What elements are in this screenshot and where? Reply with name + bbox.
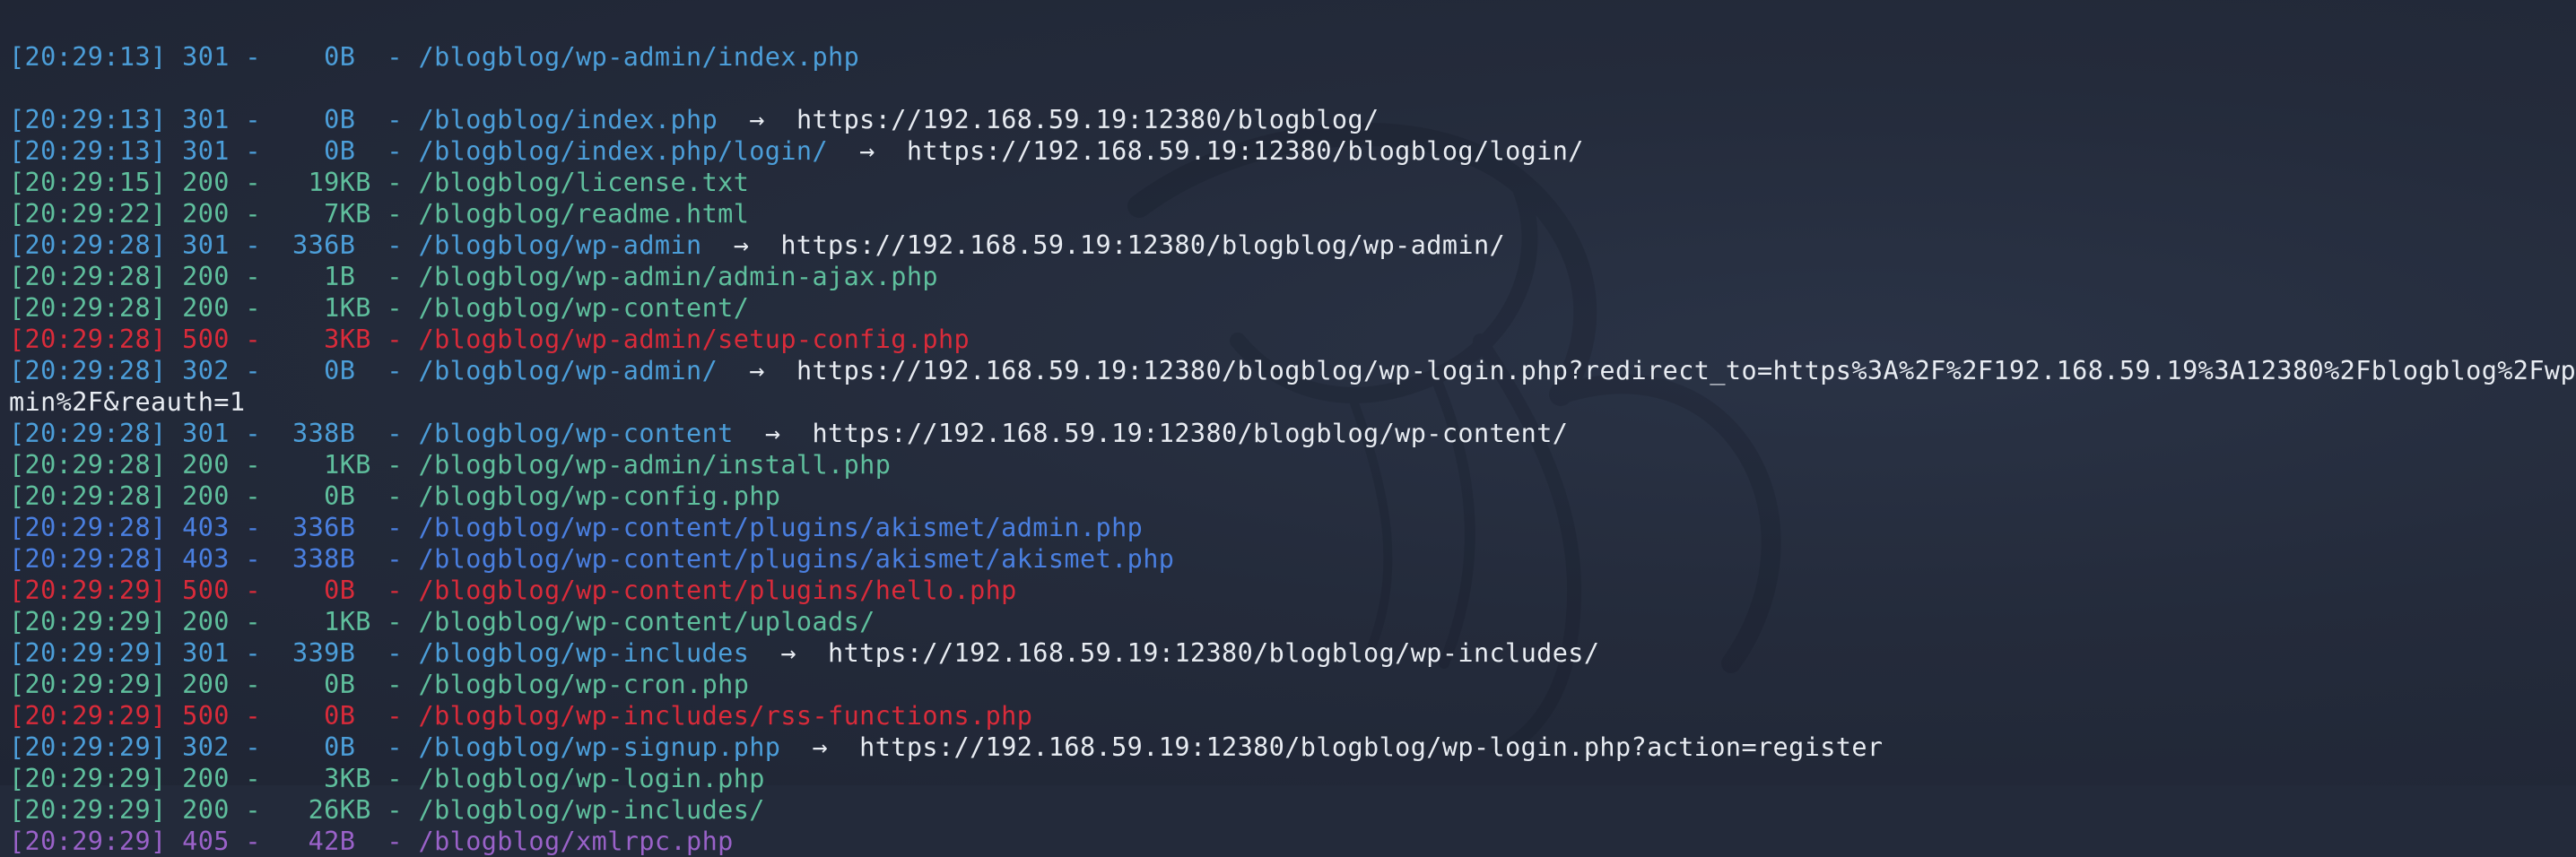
terminal-line: [20:29:28] 403 - 336B - /blogblog/wp-con… xyxy=(9,512,2574,543)
log-entry-text: [20:29:28] 500 - 3KB - /blogblog/wp-admi… xyxy=(9,325,970,354)
terminal-line: [20:29:29] 200 - 3KB - /blogblog/wp-logi… xyxy=(9,763,2574,794)
redirect-arrow-icon: → xyxy=(780,732,860,762)
log-entry-text: min%2F&reauth=1 xyxy=(9,387,246,417)
terminal-line: [20:29:28] 200 - 0B - /blogblog/wp-confi… xyxy=(9,480,2574,512)
terminal-line: [20:29:29] 200 - 1KB - /blogblog/wp-cont… xyxy=(9,606,2574,637)
log-entry-text: [20:29:13] 301 - 0B - /blogblog/index.ph… xyxy=(9,136,829,166)
terminal-line: [20:29:15] 200 - 19KB - /blogblog/licens… xyxy=(9,167,2574,198)
log-entry-text: [20:29:29] 405 - 42B - /blogblog/xmlrpc.… xyxy=(9,827,734,856)
terminal-line: [20:29:28] 500 - 3KB - /blogblog/wp-admi… xyxy=(9,324,2574,355)
log-entry-text: [20:29:29] 301 - 339B - /blogblog/wp-inc… xyxy=(9,638,750,668)
log-entry-text: [20:29:29] 500 - 0B - /blogblog/wp-conte… xyxy=(9,576,1017,605)
terminal-line: [20:29:29] 301 - 339B - /blogblog/wp-inc… xyxy=(9,637,2574,669)
redirect-url: https://192.168.59.19:12380/blogblog/wp-… xyxy=(859,732,1884,762)
redirect-url: https://192.168.59.19:12380/blogblog/log… xyxy=(906,136,1584,166)
redirect-url: https://192.168.59.19:12380/blogblog/ xyxy=(796,105,1379,134)
log-entry-text: [20:29:29] 302 - 0B - /blogblog/wp-signu… xyxy=(9,732,781,762)
log-entry-text: [20:29:28] 301 - 338B - /blogblog/wp-con… xyxy=(9,419,734,448)
terminal-line: [20:29:29] 200 - 0B - /blogblog/wp-cron.… xyxy=(9,669,2574,700)
terminal-line: [20:29:22] 200 - 7KB - /blogblog/readme.… xyxy=(9,198,2574,229)
redirect-arrow-icon: → xyxy=(828,136,907,166)
terminal-line-partial: [20:29:13] 301 - 0B - /blogblog/wp-admin… xyxy=(9,42,860,72)
redirect-url: https://192.168.59.19:12380/blogblog/wp-… xyxy=(812,419,1569,448)
log-entry-text: [20:29:28] 200 - 1KB - /blogblog/wp-admi… xyxy=(9,450,892,480)
redirect-url: https://192.168.59.19:12380/blogblog/wp-… xyxy=(780,230,1506,260)
log-entry-text: [20:29:29] 200 - 3KB - /blogblog/wp-logi… xyxy=(9,764,765,793)
log-entry-text: [20:29:28] 200 - 0B - /blogblog/wp-confi… xyxy=(9,481,781,511)
terminal-line: [20:29:28] 403 - 338B - /blogblog/wp-con… xyxy=(9,543,2574,575)
redirect-arrow-icon: → xyxy=(749,638,829,668)
log-entry-text: [20:29:28] 200 - 1KB - /blogblog/wp-cont… xyxy=(9,293,750,323)
redirect-arrow-icon: → xyxy=(718,356,796,385)
log-entry-text: [20:29:13] 301 - 0B - /blogblog/index.ph… xyxy=(9,105,718,134)
log-entry-text: [20:29:28] 403 - 338B - /blogblog/wp-con… xyxy=(9,544,1175,574)
redirect-arrow-icon: → xyxy=(701,230,781,260)
redirect-url: https://192.168.59.19:12380/blogblog/wp-… xyxy=(796,356,2574,385)
redirect-arrow-icon: → xyxy=(733,419,813,448)
terminal-line: [20:29:29] 200 - 26KB - /blogblog/wp-inc… xyxy=(9,794,2574,826)
log-entry-text: [20:29:28] 302 - 0B - /blogblog/wp-admin… xyxy=(9,356,718,385)
redirect-url: https://192.168.59.19:12380/blogblog/wp-… xyxy=(828,638,1600,668)
log-entry-text: [20:29:15] 200 - 19KB - /blogblog/licens… xyxy=(9,168,750,197)
terminal-line: [20:29:29] 500 - 0B - /blogblog/wp-inclu… xyxy=(9,700,2574,731)
terminal-line: [20:29:28] 200 - 1KB - /blogblog/wp-cont… xyxy=(9,292,2574,324)
terminal-line: [20:29:13] 301 - 0B - /blogblog/index.ph… xyxy=(9,135,2574,167)
terminal-line: [20:29:28] 200 - 1B - /blogblog/wp-admin… xyxy=(9,261,2574,292)
terminal-line: [20:29:28] 301 - 336B - /blogblog/wp-adm… xyxy=(9,229,2574,261)
log-entry-text: [20:29:22] 200 - 7KB - /blogblog/readme.… xyxy=(9,199,750,229)
redirect-arrow-icon: → xyxy=(718,105,796,134)
terminal-line: [20:29:29] 405 - 42B - /blogblog/xmlrpc.… xyxy=(9,826,2574,857)
terminal-line: [20:29:28] 200 - 1KB - /blogblog/wp-admi… xyxy=(9,449,2574,480)
log-entry-text: [20:29:28] 403 - 336B - /blogblog/wp-con… xyxy=(9,513,1144,542)
log-entry-text: [20:29:29] 200 - 0B - /blogblog/wp-cron.… xyxy=(9,670,750,699)
log-entry-text: [20:29:29] 200 - 26KB - /blogblog/wp-inc… xyxy=(9,795,765,825)
log-entry-text: [20:29:28] 200 - 1B - /blogblog/wp-admin… xyxy=(9,262,938,291)
log-entry-text: [20:29:28] 301 - 336B - /blogblog/wp-adm… xyxy=(9,230,702,260)
terminal-output: [20:29:13] 301 - 0B - /blogblog/wp-admin… xyxy=(9,0,2574,857)
terminal-line: [20:29:13] 301 - 0B - /blogblog/index.ph… xyxy=(9,104,2574,135)
terminal-line: min%2F&reauth=1 xyxy=(9,386,2574,418)
terminal-line: [20:29:28] 302 - 0B - /blogblog/wp-admin… xyxy=(9,355,2574,386)
log-entry-text: [20:29:29] 500 - 0B - /blogblog/wp-inclu… xyxy=(9,701,1033,731)
log-entry-text: [20:29:29] 200 - 1KB - /blogblog/wp-cont… xyxy=(9,607,875,636)
terminal-line: [20:29:28] 301 - 338B - /blogblog/wp-con… xyxy=(9,418,2574,449)
terminal-line: [20:29:29] 302 - 0B - /blogblog/wp-signu… xyxy=(9,731,2574,763)
terminal-line: [20:29:29] 500 - 0B - /blogblog/wp-conte… xyxy=(9,575,2574,606)
